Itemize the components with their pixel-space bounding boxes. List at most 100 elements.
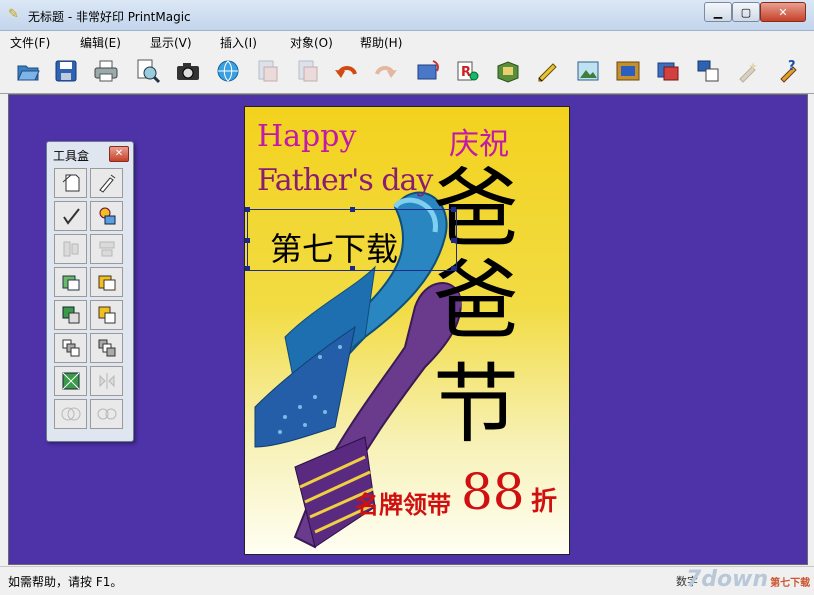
bring-front-icon (62, 306, 79, 324)
split-icon (97, 408, 116, 420)
open-button[interactable] (14, 57, 42, 85)
watermark-suffix: 第七下载 (770, 578, 811, 589)
tool-select[interactable] (54, 168, 87, 198)
cut-button[interactable] (254, 57, 282, 85)
menu-view[interactable]: 显示(V) (150, 34, 192, 51)
print-preview-button[interactable] (134, 57, 162, 85)
tool-crop[interactable] (54, 366, 87, 396)
align-top-icon (99, 241, 114, 257)
selected-text: 第七下载 (270, 230, 399, 268)
resize-handle[interactable] (350, 207, 355, 212)
tool-line[interactable] (54, 201, 87, 231)
menu-object[interactable]: 对象(O) (290, 34, 333, 51)
close-button[interactable]: ✕ (760, 2, 806, 22)
toolbox-title: 工具盒 (53, 149, 90, 163)
camera-button[interactable] (174, 57, 202, 85)
ungroup-icon (98, 275, 115, 291)
text-effect-button[interactable]: R (454, 57, 482, 85)
frame-button[interactable] (614, 57, 642, 85)
festival-char[interactable]: 节 (433, 359, 519, 451)
layout-icon (697, 60, 719, 82)
resize-handle[interactable] (451, 266, 456, 271)
discount-number[interactable]: 88 (461, 463, 525, 521)
tool-split[interactable] (90, 399, 123, 429)
tool-bring-front[interactable] (54, 300, 87, 330)
tool-ungroup[interactable] (90, 267, 123, 297)
redo-icon (375, 66, 397, 78)
toolbox-close-button[interactable]: ✕ (109, 146, 129, 162)
shape-icon (99, 207, 115, 225)
web-icon (217, 60, 239, 82)
resize-handle[interactable] (451, 238, 456, 243)
wizard-icon (739, 62, 757, 83)
resize-handle[interactable] (245, 207, 250, 212)
fathers-day-text[interactable]: Father's day (257, 163, 433, 198)
flip-icon (99, 373, 114, 389)
rotate-button[interactable] (414, 57, 442, 85)
rotate-icon (417, 60, 439, 80)
close-icon: ✕ (114, 148, 124, 159)
selected-text-box[interactable]: 第七下载 (245, 207, 457, 271)
wizard-button[interactable] (734, 57, 762, 85)
photo-icon (657, 62, 679, 81)
maximize-button[interactable]: ▢ (732, 2, 760, 22)
tool-forward[interactable] (54, 333, 87, 363)
resize-handle[interactable] (350, 266, 355, 271)
copy-button[interactable] (294, 57, 322, 85)
line-icon (62, 208, 80, 225)
merge-icon (61, 407, 80, 421)
happy-text[interactable]: Happy (257, 119, 356, 154)
save-button[interactable] (52, 57, 80, 85)
tool-shape[interactable] (90, 201, 123, 231)
tool-group[interactable] (54, 267, 87, 297)
menu-file[interactable]: 文件(F) (10, 34, 50, 51)
undo-icon (335, 66, 357, 78)
celebrate-text[interactable]: 庆祝 (449, 119, 509, 163)
backward-icon (98, 339, 115, 357)
undo-button[interactable] (332, 57, 360, 85)
resize-handle[interactable] (245, 238, 250, 243)
resize-handle[interactable] (245, 266, 250, 271)
edit-button[interactable] (534, 57, 562, 85)
redo-button[interactable] (372, 57, 400, 85)
web-button[interactable] (214, 57, 242, 85)
pen-icon (98, 174, 115, 193)
edit-icon (538, 63, 557, 82)
brand-tie-text[interactable]: 名牌领带 (355, 485, 451, 520)
resize-handle[interactable] (451, 207, 456, 212)
tool-send-back[interactable] (90, 300, 123, 330)
photo-button[interactable] (654, 57, 682, 85)
help-button[interactable]: ? (774, 57, 802, 85)
calendar-icon (497, 61, 519, 83)
title-bar: ✎ 无标题 - 非常好印 PrintMagic ▁ ▢ ✕ (0, 0, 814, 31)
menu-help[interactable]: 帮助(H) (360, 34, 402, 51)
layout-button[interactable] (694, 57, 722, 85)
menu-edit[interactable]: 编辑(E) (80, 34, 121, 51)
image-icon (577, 61, 599, 81)
image-button[interactable] (574, 57, 602, 85)
print-preview-icon (137, 59, 161, 84)
menu-bar: 文件(F) 编辑(E) 显示(V) 插入(I) 对象(O) 帮助(H) (0, 31, 814, 51)
status-help-text: 如需帮助，请按 F1。 (8, 575, 123, 589)
save-icon (55, 60, 77, 82)
design-page[interactable]: Happy 庆祝 Father's day 爸 爸 节 名牌领带 88 折 第七… (244, 106, 570, 555)
open-icon (17, 65, 40, 81)
align-left-icon (63, 241, 78, 257)
print-icon (94, 60, 118, 82)
minimize-button[interactable]: ▁ (704, 2, 732, 22)
calendar-button[interactable] (494, 57, 522, 85)
tool-flip[interactable] (90, 366, 123, 396)
tool-align-left[interactable] (54, 234, 87, 264)
tool-pen[interactable] (90, 168, 123, 198)
printmagic-app-icon[interactable]: ✎ (8, 7, 22, 23)
cut-icon (258, 60, 278, 82)
discount-unit[interactable]: 折 (531, 481, 557, 518)
tool-align-top[interactable] (90, 234, 123, 264)
toolbox-palette[interactable]: 工具盒 ✕ (46, 141, 134, 442)
minimize-icon: ▁ (713, 5, 723, 19)
frame-icon (616, 61, 640, 81)
tool-backward[interactable] (90, 333, 123, 363)
menu-insert[interactable]: 插入(I) (220, 34, 257, 51)
tool-merge[interactable] (54, 399, 87, 429)
print-button[interactable] (92, 57, 120, 85)
